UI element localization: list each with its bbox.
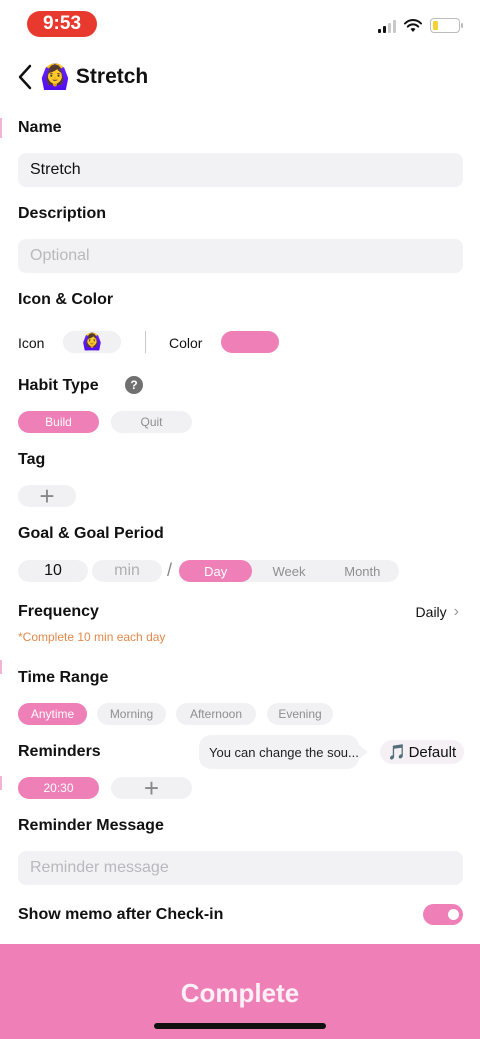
- tag-label: Tag: [18, 451, 46, 468]
- habit-emoji-icon: 🙆‍♀️: [40, 63, 70, 91]
- frequency-selector[interactable]: Daily ›: [416, 603, 459, 621]
- habit-type-build[interactable]: Build: [18, 411, 99, 433]
- name-label: Name: [18, 119, 62, 136]
- nav-header: 🙆‍♀️ Stretch: [18, 60, 148, 94]
- battery-icon: [430, 18, 463, 33]
- sound-tooltip: You can change the sou...: [199, 735, 368, 769]
- habit-editor-screen: 9:53 🙆‍♀️ Stretch Name Stretch Descripti…: [0, 0, 480, 1039]
- habit-type-label: Habit Type: [18, 377, 99, 394]
- goal-period-segmented: Day Week Month: [179, 560, 399, 582]
- goal-separator: /: [167, 560, 173, 580]
- edge-mark: [0, 660, 2, 674]
- frequency-note: *Complete 10 min each day: [18, 630, 166, 644]
- help-icon[interactable]: ?: [125, 376, 143, 394]
- time-range-morning[interactable]: Morning: [97, 703, 166, 725]
- page-title: Stretch: [75, 65, 149, 88]
- time-range-label: Time Range: [18, 669, 109, 686]
- back-chevron-icon[interactable]: [18, 62, 36, 92]
- period-month[interactable]: Month: [326, 560, 399, 582]
- color-label: Color: [169, 335, 203, 351]
- toggle-knob: [448, 909, 459, 920]
- music-note-icon: 🎵: [387, 744, 407, 761]
- home-indicator: [154, 1023, 326, 1029]
- chevron-right-icon: ›: [453, 603, 459, 620]
- status-icons: [378, 18, 463, 33]
- description-input[interactable]: Optional: [18, 239, 463, 273]
- habit-type-quit[interactable]: Quit: [111, 411, 192, 433]
- edge-mark: [0, 776, 2, 790]
- wifi-icon: [404, 18, 422, 32]
- description-label: Description: [18, 205, 107, 222]
- reminders-label: Reminders: [18, 743, 101, 760]
- reminder-sound-button[interactable]: 🎵 Default: [380, 740, 464, 764]
- frequency-label: Frequency: [18, 603, 99, 620]
- icon-label: Icon: [18, 335, 45, 351]
- goal-label: Goal & Goal Period: [18, 525, 164, 542]
- goal-unit-select[interactable]: min: [92, 560, 162, 582]
- divider: [145, 331, 146, 353]
- complete-label: Complete: [180, 978, 300, 1008]
- time-range-evening[interactable]: Evening: [267, 703, 333, 725]
- time-range-afternoon[interactable]: Afternoon: [176, 703, 256, 725]
- reminder-message-input[interactable]: Reminder message: [18, 851, 463, 885]
- icon-color-label: Icon & Color: [18, 291, 114, 308]
- time-range-anytime[interactable]: Anytime: [18, 703, 87, 725]
- period-week[interactable]: Week: [252, 560, 325, 582]
- color-picker[interactable]: [221, 331, 279, 353]
- add-tag-button[interactable]: +: [18, 481, 76, 511]
- reminder-sound-value: Default: [408, 743, 457, 761]
- status-time: 9:53: [27, 11, 97, 37]
- memo-label: Show memo after Check-in: [18, 906, 224, 923]
- signal-icon: [378, 19, 396, 33]
- reminder-time-chip[interactable]: 20:30: [18, 777, 99, 799]
- icon-picker[interactable]: 🙆‍♀️: [63, 331, 121, 353]
- add-reminder-button[interactable]: +: [111, 773, 192, 803]
- goal-amount-input[interactable]: 10: [18, 560, 88, 582]
- name-input[interactable]: Stretch: [18, 153, 463, 187]
- edge-mark: [0, 118, 2, 138]
- frequency-value: Daily: [415, 604, 447, 620]
- period-day[interactable]: Day: [179, 560, 253, 582]
- memo-toggle[interactable]: [423, 904, 463, 925]
- reminder-message-label: Reminder Message: [18, 817, 164, 834]
